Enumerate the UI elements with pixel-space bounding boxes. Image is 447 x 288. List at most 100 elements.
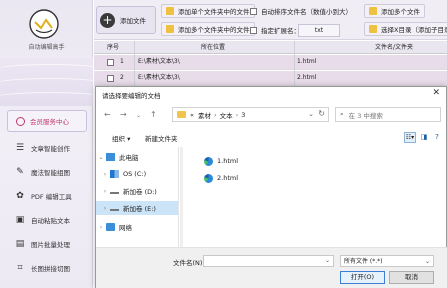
table-row[interactable]: 1 E:\素材\文本\3\ 1.html bbox=[94, 55, 447, 70]
add-multi-folder-button[interactable]: 添加多个文件夹中的文件 bbox=[161, 22, 255, 36]
address-bar[interactable]: « 素材 › 文本 › 3 ⌄ ↻ bbox=[172, 107, 329, 122]
document-icon: ☰ bbox=[15, 143, 25, 153]
add-multi-folder-label: 添加多个文件夹中的文件 bbox=[178, 26, 250, 34]
back-arrow-icon[interactable]: ← bbox=[104, 110, 111, 119]
select-dir-label: 选择X目录（添加子目录 bbox=[381, 26, 447, 34]
row-filename: 2.html bbox=[297, 74, 317, 81]
member-center-button[interactable]: 会员服务中心 bbox=[7, 110, 87, 132]
drive-icon bbox=[110, 206, 119, 211]
file-item[interactable]: 2.html bbox=[204, 171, 264, 185]
breadcrumb-separator-icon: › bbox=[213, 110, 217, 119]
checkbox[interactable] bbox=[250, 7, 257, 15]
add-multi-files-button[interactable]: 添加多个文件 bbox=[364, 4, 425, 18]
app-logo-icon bbox=[29, 9, 59, 39]
pane-divider bbox=[178, 147, 179, 247]
add-single-folder-button[interactable]: 添加单个文件夹中的文件 bbox=[161, 4, 255, 18]
sidebar-item-pdf[interactable]: ✿ PDF 编辑工具 bbox=[7, 186, 87, 206]
folder-icon bbox=[177, 111, 186, 118]
help-icon[interactable]: ? bbox=[432, 132, 442, 143]
expand-arrow-icon[interactable]: › bbox=[100, 171, 110, 178]
open-file-dialog: 请选择要编辑的文档 ✕ ← → ⌄ ↑ « 素材 › 文本 › 3 ⌄ ↻ ⌕ … bbox=[95, 86, 447, 288]
add-file-label: 添加文件 bbox=[120, 17, 146, 25]
filename-label: 文件名(N): bbox=[173, 259, 205, 267]
breadcrumb-separator-icon: › bbox=[235, 110, 239, 119]
navigation-tree: ⌄ 此电脑 › OS (C:) › 新加卷 (D:) › 新加卷 (E:) › bbox=[96, 147, 178, 247]
folder-search-icon bbox=[369, 25, 377, 33]
preview-pane-icon[interactable]: ◨ bbox=[419, 132, 429, 143]
view-mode-icon[interactable]: ☷▾ bbox=[404, 132, 416, 143]
checkbox[interactable] bbox=[250, 26, 257, 34]
tree-scrollbar[interactable] bbox=[180, 147, 183, 247]
tree-item-drive-e[interactable]: › 新加卷 (E:) bbox=[96, 201, 178, 215]
row-checkbox[interactable] bbox=[107, 59, 114, 66]
file-name: 1.html bbox=[217, 157, 239, 165]
tree-item-label: OS (C:) bbox=[123, 170, 147, 178]
auto-sort-label: 自动排序文件名（数值小到大） bbox=[261, 8, 352, 16]
add-single-folder-label: 添加单个文件夹中的文件 bbox=[178, 8, 250, 16]
sidebar-item-article[interactable]: ☰ 文章智能创作 bbox=[7, 138, 87, 158]
sidebar-item-label: 魔法智能组图 bbox=[31, 169, 70, 177]
close-icon[interactable]: ✕ bbox=[432, 88, 440, 98]
dialog-footer: 文件名(N): ⌄ 所有文件 (*.*) ⌄ 打开(O) 取消 bbox=[96, 247, 447, 288]
specify-ext-checkbox[interactable]: 指定扩展名： bbox=[250, 23, 300, 37]
tree-item-drive-d[interactable]: › 新加卷 (D:) bbox=[96, 184, 178, 198]
user-icon bbox=[16, 116, 25, 126]
computer-icon bbox=[106, 153, 115, 161]
refresh-icon[interactable]: ↻ bbox=[318, 109, 325, 118]
chevron-down-icon[interactable]: ⌄ bbox=[325, 257, 330, 264]
forward-arrow-icon[interactable]: → bbox=[120, 110, 127, 119]
row-location: E:\素材\文本\3\ bbox=[138, 74, 180, 81]
auto-sort-checkbox[interactable]: 自动排序文件名（数值小到大） bbox=[250, 4, 352, 18]
organize-button[interactable]: 组织 ▾ bbox=[112, 133, 130, 143]
filetype-select[interactable]: 所有文件 (*.*) ⌄ bbox=[340, 255, 434, 267]
select-dir-button[interactable]: 选择X目录（添加子目录 bbox=[364, 22, 447, 36]
row-location: E:\素材\文本\3\ bbox=[138, 58, 180, 65]
grid-divider bbox=[294, 41, 295, 91]
tree-item-this-pc[interactable]: ⌄ 此电脑 bbox=[96, 150, 178, 164]
file-item[interactable]: 1.html bbox=[204, 154, 264, 168]
breadcrumb-item[interactable]: 素材 bbox=[198, 110, 211, 120]
expand-arrow-icon[interactable]: › bbox=[100, 188, 110, 195]
recent-dropdown-icon[interactable]: ⌄ bbox=[136, 112, 141, 119]
row-checkbox[interactable] bbox=[107, 75, 114, 82]
col-index: 序号 bbox=[107, 44, 120, 51]
breadcrumb-item[interactable]: 3 bbox=[241, 111, 245, 119]
file-grid: 序号 所在位置 文件名/文件夹 1 E:\素材\文本\3\ 1.html 2 E… bbox=[94, 41, 447, 91]
search-input[interactable]: ⌕ 在 3 中搜索 bbox=[335, 107, 441, 122]
cancel-button[interactable]: 取消 bbox=[389, 271, 434, 284]
view-buttons: ☷▾ ◨ ? bbox=[404, 132, 442, 143]
ext-input[interactable]: txt bbox=[298, 24, 340, 37]
col-location: 所在位置 bbox=[201, 44, 226, 51]
chevron-down-icon[interactable]: ⌄ bbox=[308, 110, 314, 118]
app-name: 自动编辑高手 bbox=[28, 44, 65, 51]
member-center-label: 会员服务中心 bbox=[30, 118, 69, 126]
table-row[interactable]: 2 E:\素材\文本\3\ 2.html bbox=[94, 71, 447, 86]
pdf-icon: ✿ bbox=[16, 191, 24, 201]
expand-arrow-icon[interactable]: › bbox=[100, 205, 110, 212]
breadcrumb-overflow[interactable]: « bbox=[190, 111, 194, 119]
up-arrow-icon[interactable]: ↑ bbox=[150, 110, 157, 119]
drive-icon bbox=[110, 189, 119, 194]
sidebar-item-crop[interactable]: ⌗ 长图拼接切图 bbox=[7, 258, 87, 278]
expand-arrow-icon[interactable]: › bbox=[96, 224, 106, 231]
paste-icon: ▣ bbox=[15, 215, 25, 225]
tree-item-network[interactable]: › 网络 bbox=[96, 220, 178, 234]
sidebar-decoration bbox=[0, 58, 110, 106]
open-button[interactable]: 打开(O) bbox=[340, 271, 385, 284]
sidebar-item-image[interactable]: ▤ 图片批量处理 bbox=[7, 234, 87, 254]
filename-input[interactable]: ⌄ bbox=[203, 255, 334, 267]
command-bar: 组织 ▾ 新建文件夹 ☷▾ ◨ ? bbox=[96, 130, 447, 146]
sidebar-item-paste[interactable]: ▣ 自动粘贴文本 bbox=[7, 210, 87, 230]
crop-icon: ⌗ bbox=[17, 263, 23, 273]
breadcrumb-item[interactable]: 文本 bbox=[220, 110, 233, 120]
new-folder-button[interactable]: 新建文件夹 bbox=[145, 133, 178, 143]
drive-icon bbox=[110, 170, 119, 178]
search-placeholder: 在 3 中搜索 bbox=[348, 111, 383, 120]
add-file-button[interactable]: + 添加文件 bbox=[96, 6, 156, 34]
sidebar-item-label: 长图拼接切图 bbox=[31, 265, 70, 273]
file-name: 2.html bbox=[217, 174, 239, 182]
toolbar: + 添加文件 添加单个文件夹中的文件 添加多个文件夹中的文件 自动排序文件名（数… bbox=[94, 0, 447, 40]
sidebar-item-magic[interactable]: ✎ 魔法智能组图 bbox=[7, 162, 87, 182]
expand-arrow-icon[interactable]: ⌄ bbox=[96, 154, 106, 161]
tree-item-drive-c[interactable]: › OS (C:) bbox=[96, 167, 178, 181]
